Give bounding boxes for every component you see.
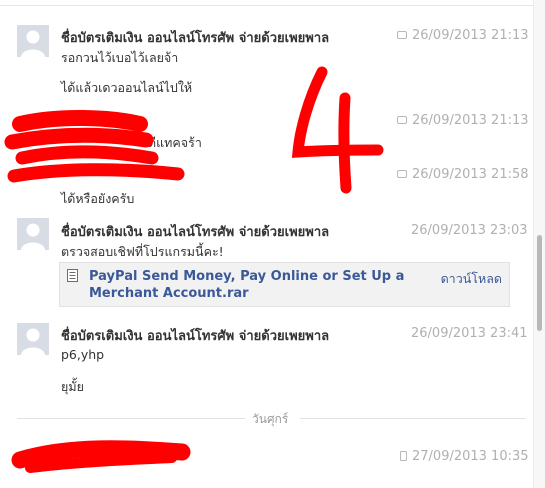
- file-icon: [67, 269, 78, 282]
- message-text: ได้แล้วเดวออนไลน์ไปให้: [61, 80, 193, 95]
- message-timestamp: 27/09/2013 10:35: [400, 449, 529, 464]
- top-separator: [0, 5, 545, 6]
- mobile-icon: [400, 451, 407, 461]
- timestamp-text: 26/09/2013 23:03: [411, 223, 528, 238]
- redaction-scribble: [7, 163, 185, 183]
- message-text: ตรวจสอบเชิฟที่โปรแกรมนี้คะ!: [61, 244, 224, 259]
- sender-avatar[interactable]: [17, 25, 49, 57]
- annotation-number-stroke: [338, 92, 352, 194]
- scrollbar-thumb[interactable]: [537, 235, 542, 331]
- avatar-placeholder-icon: [17, 218, 49, 250]
- sender-avatar[interactable]: [17, 323, 49, 355]
- sender-name[interactable]: ชื่อบัตรเติมเงิน ออนไลน์โทรศัพ จ่ายด้วยเ…: [61, 221, 329, 242]
- message-text: ยุมั้ย: [61, 379, 84, 394]
- day-divider-label: วันศุกร์: [252, 412, 289, 426]
- sender-name[interactable]: ชื่อบัตรเติมเงิน ออนไลน์โทรศัพ จ่ายด้วยเ…: [61, 325, 329, 346]
- redaction-scribble: [15, 145, 159, 165]
- file-attachment: PayPal Send Money, Pay Online or Set Up …: [59, 262, 510, 307]
- message-icon: [397, 170, 407, 178]
- message-timestamp: 26/09/2013 23:03: [411, 223, 528, 238]
- redaction-scribble: [12, 110, 148, 132]
- download-link[interactable]: ดาวน์โหลด: [441, 269, 502, 289]
- redaction-scribble: [11, 440, 191, 469]
- message-text: p6,yhp: [61, 347, 105, 362]
- timestamp-text: 26/09/2013 23:41: [411, 326, 528, 341]
- annotation-number-stroke: [291, 66, 384, 158]
- message-icon: [397, 31, 407, 39]
- message-text: ได้หรือยังครับ: [61, 191, 135, 206]
- message-timestamp: 26/09/2013 21:58: [397, 167, 529, 182]
- day-divider-line: [300, 418, 526, 419]
- message-timestamp: 26/09/2013 23:41: [411, 326, 528, 341]
- timestamp-text: 27/09/2013 10:35: [412, 449, 529, 464]
- sender-name[interactable]: ชื่อบัตรเติมเงิน ออนไลน์โทรศัพ จ่ายด้วยเ…: [61, 27, 329, 48]
- message-text: รอกวนไว้เบอไว้เลยจ้า: [61, 50, 179, 65]
- redaction-scribble: [25, 453, 177, 473]
- timestamp-text: 26/09/2013 21:13: [412, 28, 529, 43]
- avatar-placeholder-icon: [17, 25, 49, 57]
- timestamp-text: 26/09/2013 21:13: [412, 113, 529, 128]
- message-text: ดีแทคจร้า: [148, 135, 202, 150]
- redaction-scribble: [4, 127, 154, 150]
- avatar-placeholder-icon: [17, 323, 49, 355]
- day-divider-line: [17, 418, 245, 419]
- message-timestamp: 26/09/2013 21:13: [397, 113, 529, 128]
- message-icon: [397, 116, 407, 124]
- attachment-file-name[interactable]: PayPal Send Money, Pay Online or Set Up …: [89, 268, 409, 302]
- sender-avatar[interactable]: [17, 218, 49, 250]
- timestamp-text: 26/09/2013 21:58: [412, 167, 529, 182]
- message-timestamp: 26/09/2013 21:13: [397, 28, 529, 43]
